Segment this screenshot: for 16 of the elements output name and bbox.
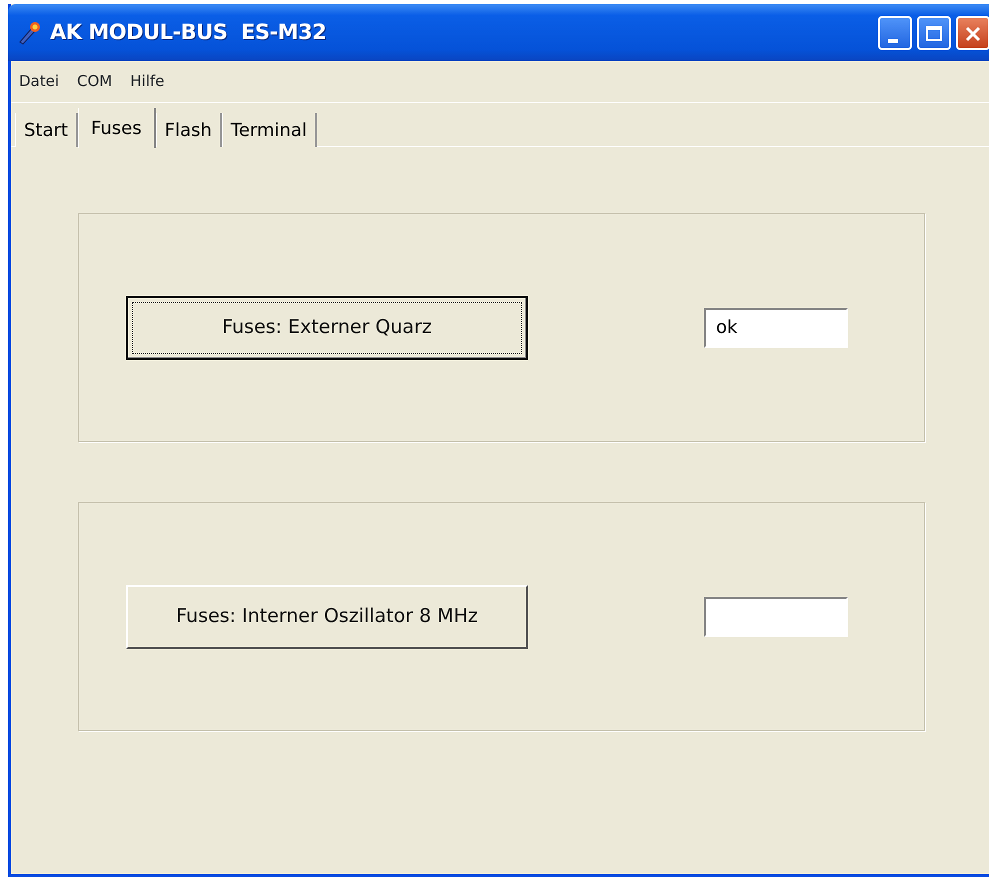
minimize-icon [888, 38, 898, 43]
menu-item[interactable]: Datei [19, 70, 60, 93]
fuses-button[interactable]: Fuses: Interner Oszillator 8 MHz [126, 584, 528, 648]
menu-item[interactable]: Hilfe [130, 70, 164, 93]
tab[interactable]: Flash [156, 113, 222, 147]
window-title: AK MODUL-BUS ES-M32 [50, 18, 326, 46]
maximize-button[interactable] [917, 16, 951, 50]
tab[interactable]: Start [15, 113, 78, 147]
tab[interactable]: Fuses [78, 108, 156, 148]
fuses-button[interactable]: Fuses: Externer Quarz [126, 296, 528, 360]
tab[interactable]: Terminal [222, 113, 317, 147]
minimize-button[interactable] [878, 16, 912, 50]
result-field[interactable]: ok [704, 308, 848, 348]
result-field[interactable] [704, 596, 848, 636]
close-button[interactable] [956, 16, 989, 50]
menu-item[interactable]: COM [77, 70, 112, 93]
